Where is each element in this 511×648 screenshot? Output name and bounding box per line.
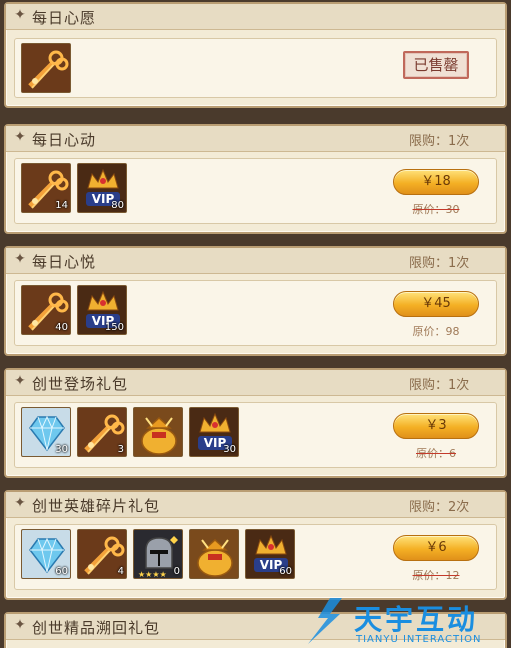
star-icon: ✦: [14, 251, 26, 267]
package-header: ✦ 创世英雄碎片礼包 限购：2次: [6, 492, 505, 518]
package-card: ✦ 创世登场礼包 限购：1次 30 3 VIP 30 ￥3 原价：6: [4, 368, 507, 478]
purchase-limit: 限购：1次: [409, 134, 470, 149]
item-count: 30: [55, 444, 68, 455]
treasure-bag-icon: [134, 408, 182, 456]
item-count: 60: [55, 566, 68, 577]
sold-out-stamp: 已售罄: [403, 51, 469, 79]
item-count: 3: [117, 444, 124, 455]
key-item[interactable]: 14: [21, 163, 71, 213]
vip-item[interactable]: VIP 30: [189, 407, 239, 457]
package-body: 60 4 ★★★★ 0 VIP 60 ￥6 原价：12: [14, 524, 497, 590]
item-count: 60: [279, 566, 292, 577]
package-body: 30 3 VIP 30 ￥3 原价：6: [14, 402, 497, 468]
treasure-bag-icon: [190, 530, 238, 578]
original-price: 原价：98: [412, 325, 460, 338]
original-price: 原价：6: [416, 447, 456, 460]
item-count: 4: [117, 566, 124, 577]
purchase-limit: 限购：1次: [409, 378, 470, 393]
key-item[interactable]: 40: [21, 285, 71, 335]
package-title: 创世英雄碎片礼包: [32, 497, 161, 515]
package-card: ✦ 每日心悦 限购：1次 40 VIP 150 ￥45 原价：98: [4, 246, 507, 356]
package-body: 已售罄: [14, 38, 497, 98]
vip-item[interactable]: VIP 150: [77, 285, 127, 335]
package-body: 14 VIP 80 ￥18 原价：30: [14, 158, 497, 224]
item-count: 14: [55, 200, 68, 211]
item-count: 30: [223, 444, 236, 455]
package-body: 40 VIP 150 ￥45 原价：98: [14, 280, 497, 346]
package-card: ✦ 每日心愿 已售罄: [4, 2, 507, 108]
package-title: 每日心悦: [32, 253, 97, 271]
vip-item[interactable]: VIP 80: [77, 163, 127, 213]
treasure-bag-item[interactable]: [133, 407, 183, 457]
package-header: ✦ 创世登场礼包 限购：1次: [6, 370, 505, 396]
buy-button[interactable]: ￥45: [393, 291, 479, 317]
svg-text:★★★★: ★★★★: [138, 570, 167, 579]
watermark-brand-en: TIANYU INTERACTION: [356, 634, 482, 645]
package-title: 创世精品溯回礼包: [32, 619, 161, 637]
watermark-brand: 天宇互动: [354, 603, 479, 636]
package-card: ✦ 每日心动 限购：1次 14 VIP 80 ￥18 原价：30: [4, 124, 507, 234]
original-price: 原价：30: [412, 203, 460, 216]
star-icon: ✦: [14, 495, 26, 511]
star-icon: ✦: [14, 617, 26, 633]
original-price: 原价：12: [412, 569, 460, 582]
star-icon: ✦: [14, 373, 26, 389]
item-count: 80: [111, 200, 124, 211]
buy-button[interactable]: ￥6: [393, 535, 479, 561]
star-icon: ✦: [14, 7, 26, 23]
package-header: ✦ 每日心愿: [6, 4, 505, 30]
key-icon: [22, 44, 70, 92]
key-item[interactable]: 3: [77, 407, 127, 457]
hero-shard-item[interactable]: ★★★★ 0: [133, 529, 183, 579]
purchase-limit: 限购：2次: [409, 500, 470, 515]
package-header: ✦ 每日心动 限购：1次: [6, 126, 505, 152]
purchase-limit: 限购：1次: [409, 256, 470, 271]
key-item[interactable]: [21, 43, 71, 93]
treasure-bag-item[interactable]: [189, 529, 239, 579]
item-count: 40: [55, 322, 68, 333]
package-header: ✦ 每日心悦 限购：1次: [6, 248, 505, 274]
watermark: 天宇互动 TIANYU INTERACTION: [300, 596, 508, 646]
tianyu-logo-icon: [308, 598, 342, 644]
diamond-item[interactable]: 60: [21, 529, 71, 579]
vip-item[interactable]: VIP 60: [245, 529, 295, 579]
package-title: 创世登场礼包: [32, 375, 129, 393]
package-title: 每日心愿: [32, 9, 97, 27]
package-title: 每日心动: [32, 131, 97, 149]
diamond-item[interactable]: 30: [21, 407, 71, 457]
buy-button[interactable]: ￥3: [393, 413, 479, 439]
package-card: ✦ 创世英雄碎片礼包 限购：2次 60 4 ★★★★ 0 VIP 60 ￥6 原…: [4, 490, 507, 600]
star-icon: ✦: [14, 129, 26, 145]
item-count: 150: [104, 322, 124, 333]
item-count: 0: [173, 566, 180, 577]
buy-button[interactable]: ￥18: [393, 169, 479, 195]
key-item[interactable]: 4: [77, 529, 127, 579]
